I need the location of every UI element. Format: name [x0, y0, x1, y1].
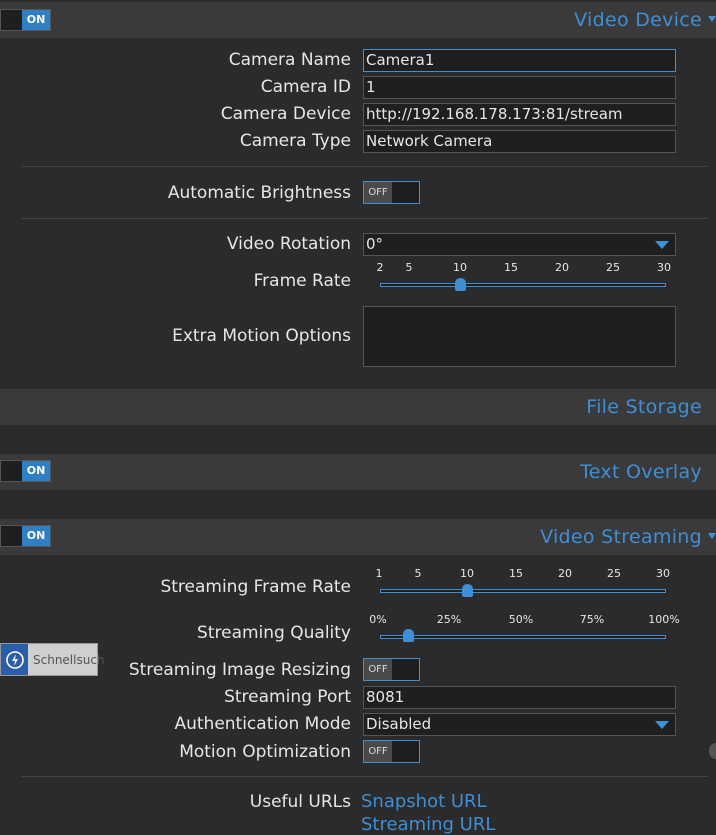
tick-label: 2 [376, 261, 384, 274]
camera-name-label: Camera Name [228, 50, 351, 70]
quick-search-label: Schnellsuch [33, 653, 105, 667]
frame-rate-label: Frame Rate [253, 271, 351, 291]
camera-device-field[interactable]: http://192.168.178.173:81/stream [363, 103, 676, 126]
camera-id-label: Camera ID [260, 77, 351, 97]
camera-id-field[interactable]: 1 [363, 76, 676, 99]
camera-type-field[interactable]: Network Camera [363, 130, 676, 153]
extra-motion-label: Extra Motion Options [172, 326, 351, 346]
chevron-down-icon [655, 721, 669, 729]
file-storage-header[interactable]: File Storage [0, 389, 716, 425]
motion-optimization-label: Motion Optimization [179, 742, 351, 762]
tick-label: 1 [375, 567, 383, 580]
video-device-toggle[interactable]: ON [0, 9, 51, 31]
video-device-header[interactable]: ON Video Device [0, 2, 716, 38]
scroll-handle[interactable] [709, 743, 716, 759]
frame-rate-ticks: 2 5 10 15 20 25 30 [363, 261, 683, 275]
tick-label: 25% [436, 613, 462, 626]
tick-label: 30 [657, 261, 671, 274]
streaming-resizing-toggle[interactable]: OFF [363, 658, 420, 681]
frame-rate-track[interactable] [380, 283, 666, 287]
auto-brightness-label: Automatic Brightness [167, 183, 351, 203]
tick-label: 0% [369, 613, 387, 626]
streaming-port-field[interactable]: 8081 [363, 686, 676, 709]
snapshot-url-link[interactable]: Snapshot URL [361, 791, 487, 812]
tick-label: 75% [579, 613, 605, 626]
tick-label: 5 [414, 567, 422, 580]
video-rotation-label: Video Rotation [226, 234, 351, 254]
auth-mode-label: Authentication Mode [174, 714, 351, 734]
streaming-frame-rate-ticks: 1 5 10 15 20 25 30 [363, 567, 683, 581]
text-overlay-header[interactable]: ON Text Overlay [0, 454, 716, 490]
streaming-port-label: Streaming Port [224, 687, 351, 707]
video-rotation-value: 0° [366, 235, 384, 253]
streaming-quality-label: Streaming Quality [197, 623, 351, 643]
streaming-quality-track[interactable] [380, 635, 666, 639]
tick-label: 10 [453, 261, 467, 274]
chevron-down-icon [708, 533, 716, 539]
file-storage-title: File Storage [586, 396, 702, 418]
tick-label: 100% [648, 613, 680, 626]
streaming-frame-rate-label: Streaming Frame Rate [160, 577, 351, 597]
auto-brightness-toggle[interactable]: OFF [363, 181, 420, 204]
streaming-frame-rate-handle[interactable] [462, 584, 473, 597]
chevron-down-icon [708, 16, 716, 22]
tick-label: 20 [558, 567, 572, 580]
text-overlay-toggle[interactable]: ON [0, 460, 51, 482]
video-streaming-toggle[interactable]: ON [0, 525, 51, 547]
camera-device-label: Camera Device [220, 104, 351, 124]
tick-label: 5 [405, 261, 413, 274]
tick-label: 20 [555, 261, 569, 274]
frame-rate-handle[interactable] [455, 278, 466, 291]
useful-urls-label: Useful URLs [249, 792, 351, 812]
tick-label: 15 [504, 261, 518, 274]
tick-label: 25 [606, 261, 620, 274]
tick-label: 15 [509, 567, 523, 580]
divider [22, 166, 708, 167]
auth-mode-value: Disabled [366, 715, 432, 733]
chevron-down-icon [655, 241, 669, 249]
divider [22, 218, 708, 219]
video-streaming-header[interactable]: ON Video Streaming [0, 519, 716, 555]
camera-type-label: Camera Type [239, 131, 351, 151]
video-device-title: Video Device [574, 9, 702, 31]
tick-label: 25 [607, 567, 621, 580]
text-overlay-title: Text Overlay [580, 461, 702, 483]
tick-label: 10 [460, 567, 474, 580]
motion-optimization-toggle[interactable]: OFF [363, 740, 420, 763]
streaming-resizing-label: Streaming Image Resizing [128, 660, 351, 680]
streaming-frame-rate-track[interactable] [380, 589, 666, 593]
lightning-icon [1, 644, 28, 675]
video-rotation-select[interactable]: 0° [363, 233, 676, 256]
streaming-quality-ticks: 0% 25% 50% 75% 100% [363, 613, 683, 627]
divider [22, 776, 708, 777]
video-streaming-title: Video Streaming [540, 526, 702, 548]
streaming-quality-handle[interactable] [403, 629, 415, 642]
auth-mode-select[interactable]: Disabled [363, 713, 676, 736]
tick-label: 30 [656, 567, 670, 580]
tick-label: 50% [508, 613, 534, 626]
quick-search-widget[interactable]: Schnellsuch [0, 643, 105, 676]
camera-name-field[interactable]: Camera1 [363, 49, 676, 72]
extra-motion-textarea[interactable] [363, 306, 676, 367]
